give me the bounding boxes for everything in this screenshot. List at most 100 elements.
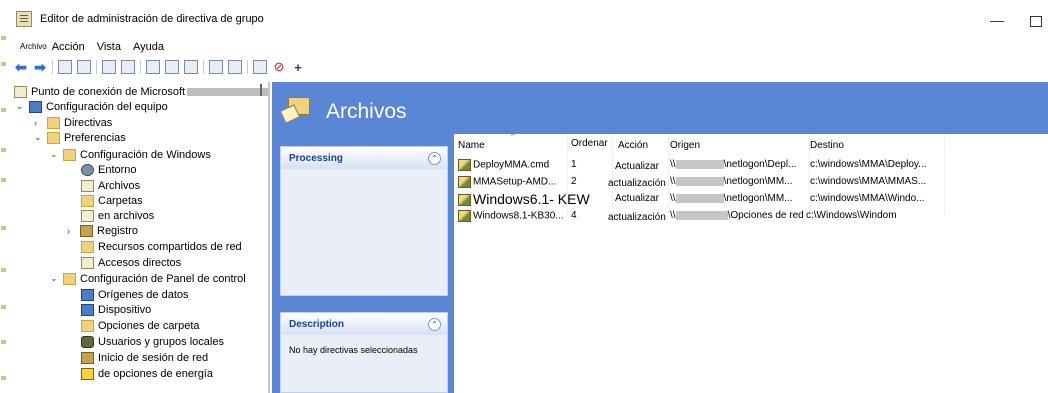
tree-item-dispositivo[interactable]: Dispositivo [81, 302, 151, 317]
row-destination: c:\windows\MMA\MMAS... [810, 176, 927, 187]
chevron-right-icon[interactable]: › [34, 118, 43, 128]
files-list: Name ⌃ Ordenar Acción Origen Destino Dep… [454, 132, 1048, 393]
export-icon[interactable] [184, 60, 198, 74]
table-row[interactable]: MMASetup-AMD... 2 actualización \\ \netlo… [454, 173, 1048, 190]
tree-item-config-windows[interactable]: ⌄ Configuración de Windows [50, 147, 211, 162]
tree-item-recursos[interactable]: Recursos compartidos de red [81, 239, 242, 254]
menu-ayuda[interactable]: Ayuda [133, 41, 164, 53]
tree-item-ini-archivos[interactable]: en archivos [81, 208, 154, 223]
menu-bar: Archivo Acción Vista Ayuda [8, 38, 164, 55]
files-icon [81, 179, 94, 192]
tree-item-label: Directivas [64, 116, 113, 129]
paste-icon[interactable] [121, 60, 135, 74]
menu-vista[interactable]: Vista [97, 41, 121, 53]
up-folder-icon[interactable] [58, 60, 72, 74]
table-row[interactable]: Windows6.1- KEW Actualizar \\ \netlogon\M… [454, 190, 1048, 207]
description-text: No hay directivas seleccionadas [289, 345, 418, 355]
column-header-destination[interactable]: Destino [810, 140, 844, 151]
row-order: 1 [571, 159, 577, 170]
row-name: Windows6.1- KEW [473, 191, 590, 207]
tree-item-label: Configuración del equipo [46, 100, 168, 113]
column-header-name[interactable]: Name [458, 140, 485, 151]
collapse-chevron-icon[interactable]: ⌃ [428, 317, 441, 331]
processing-panel: Processing ⌃ [280, 146, 448, 296]
chevron-down-icon[interactable]: ⌄ [50, 273, 59, 284]
row-origin: \Opciones de red [727, 210, 804, 221]
tree-item-directivas[interactable]: › Directivas [34, 115, 112, 130]
ini-file-icon [81, 209, 94, 222]
properties-icon[interactable] [228, 60, 242, 74]
tree-item-preferencias[interactable]: ⌄ Preferencias [34, 130, 126, 145]
processing-title: Processing [289, 152, 343, 164]
toolbar: ⬅ ➡ ⊘ + [8, 56, 1048, 78]
help-icon[interactable] [209, 60, 223, 74]
tree-pane: Punto de conexión de Microsoft ⌄ Configu… [8, 82, 270, 393]
page-title: Archivos [326, 100, 407, 123]
back-arrow-icon[interactable]: ⬅ [14, 59, 28, 75]
tree-item-carpetas[interactable]: Carpetas [81, 193, 143, 208]
redacted-text [675, 193, 724, 203]
stop-icon[interactable]: ⊘ [272, 59, 286, 74]
row-name: MMASetup-AMD... [473, 176, 557, 188]
table-row[interactable]: Windows8.1-KB30... 4 actualización \\ \Op… [454, 207, 1048, 224]
folder-options-icon [81, 319, 94, 332]
tree-item-label: Recursos compartidos de red [98, 240, 242, 253]
tree-item-accesos[interactable]: Accesos directos [81, 255, 181, 270]
add-icon[interactable]: + [291, 60, 305, 75]
row-origin: \netlogon\MM... [723, 193, 793, 204]
row-origin: \netlogon\MM... [723, 176, 793, 187]
row-action: Actualizar [615, 193, 659, 204]
show-tree-icon[interactable] [77, 60, 91, 74]
chevron-down-icon[interactable]: ⌄ [50, 149, 59, 160]
tree-item-config-equipo[interactable]: ⌄ Configuración del equipo [16, 99, 168, 114]
menu-accion[interactable]: Acción [52, 41, 85, 53]
tree-item-label: Dispositivo [98, 303, 152, 316]
computer-icon [29, 100, 42, 113]
file-item-icon [458, 194, 471, 207]
file-item-icon [458, 159, 471, 171]
data-sources-icon [81, 288, 94, 301]
chevron-down-icon[interactable]: ⌄ [34, 132, 43, 143]
tree-item-label: Archivos [98, 179, 141, 192]
tree-root-label: Punto de conexión de Microsoft [31, 85, 186, 98]
refresh-icon[interactable] [165, 60, 179, 74]
task-panels: Processing ⌃ Description ⌃ No hay direct… [280, 134, 448, 393]
print-icon[interactable] [146, 60, 160, 74]
column-header-action[interactable]: Acción [618, 140, 648, 151]
tree-item-origenes[interactable]: Orígenes de datos [81, 287, 189, 302]
folder-icon [81, 194, 94, 207]
chevron-right-icon[interactable]: › [67, 226, 76, 236]
row-destination: c:\Windows\Windom [806, 210, 897, 221]
column-header-origin[interactable]: Origen [670, 140, 700, 151]
row-order: 4 [571, 210, 577, 221]
tree-item-energia[interactable]: de opciones de energía [81, 366, 213, 381]
new-document-icon[interactable] [253, 60, 267, 74]
window-title: Editor de administración de directiva de… [40, 13, 264, 25]
folder-icon [47, 116, 60, 129]
minimize-button[interactable]: — [990, 12, 1004, 28]
tree-item-label: Accesos directos [98, 256, 182, 269]
tree-root[interactable]: Punto de conexión de Microsoft [14, 84, 268, 99]
chevron-down-icon[interactable]: ⌄ [16, 101, 25, 112]
tree-item-label: Orígenes de datos [98, 288, 189, 301]
tree-item-panel-control[interactable]: ⌄ Configuración de Panel de control [50, 271, 246, 286]
copy-icon[interactable] [102, 60, 116, 74]
tree-item-usuarios[interactable]: Usuarios y grupos locales [81, 334, 224, 349]
description-title: Description [289, 318, 345, 330]
tree-item-label: Configuración de Windows [80, 148, 211, 161]
tree-item-registro[interactable]: › Registro [67, 223, 138, 238]
menu-archivo[interactable]: Archivo [20, 42, 47, 51]
files-icon [279, 93, 312, 124]
network-logon-icon [81, 351, 94, 364]
row-destination: c:\windows\MMA\Windo... [810, 193, 925, 204]
tree-item-opciones-carpeta[interactable]: Opciones de carpeta [81, 318, 200, 333]
forward-arrow-icon[interactable]: ➡ [33, 59, 47, 75]
table-row[interactable]: DeployMMA.cmd 1 Actualizar \\ \netlogon\D… [454, 156, 1048, 173]
column-header-order[interactable]: Ordenar [571, 138, 608, 149]
tree-item-entorno[interactable]: Entorno [81, 162, 137, 177]
control-panel-icon [63, 272, 76, 285]
collapse-chevron-icon[interactable]: ⌃ [428, 151, 441, 165]
tree-item-inicio-sesion[interactable]: Inicio de sesión de red [81, 350, 208, 365]
tree-item-archivos[interactable]: Archivos [81, 178, 140, 193]
maximize-button[interactable] [1030, 16, 1042, 27]
